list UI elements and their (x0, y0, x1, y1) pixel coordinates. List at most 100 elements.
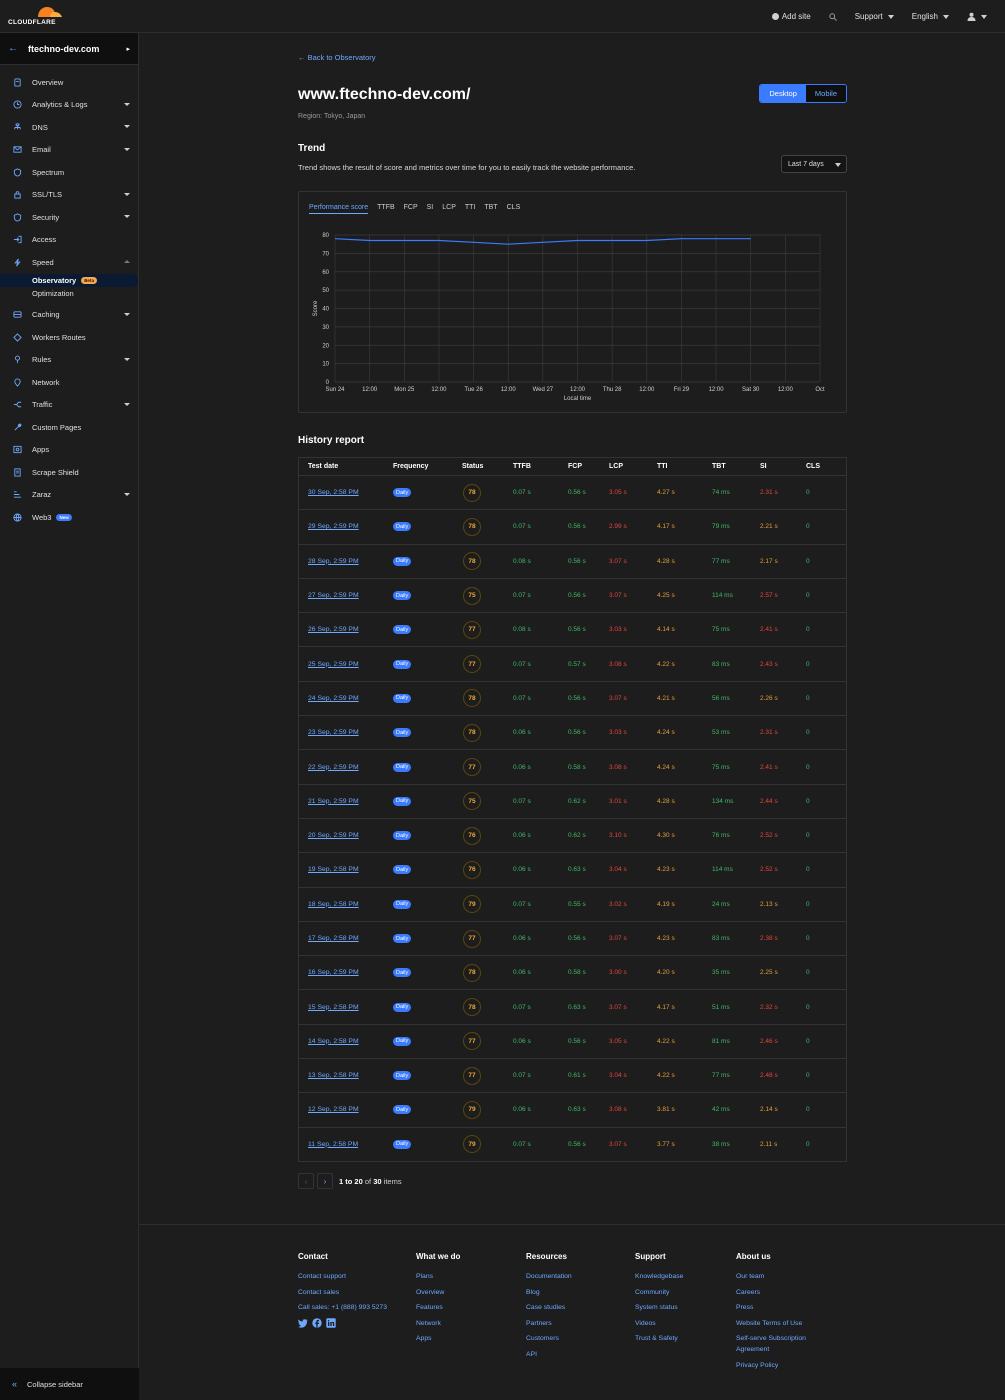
x-tick-label: Wed 27 (533, 387, 554, 393)
test-date-link[interactable]: 29 Sep, 2:59 PM (308, 523, 359, 530)
facebook-icon[interactable] (312, 1318, 322, 1328)
footer-link[interactable]: Customers (526, 1331, 572, 1347)
footer-link[interactable]: Website Terms of Use (736, 1316, 826, 1332)
test-date-link[interactable]: 20 Sep, 2:59 PM (308, 832, 359, 839)
footer-link[interactable]: Network (416, 1316, 460, 1332)
sidebar-item-ssl-tls[interactable]: SSL/TLS (0, 184, 138, 207)
test-date-link[interactable]: 19 Sep, 2:58 PM (308, 866, 359, 873)
next-page-button[interactable]: › (317, 1173, 333, 1189)
test-date-link[interactable]: 30 Sep, 2:58 PM (308, 489, 359, 496)
sidebar-item-email[interactable]: Email (0, 139, 138, 162)
footer-link[interactable]: Trust & Safety (635, 1331, 683, 1347)
sidebar-subitem-observatory[interactable]: Observatory Beta (0, 273, 138, 287)
sidebar-item-workers-routes[interactable]: Workers Routes (0, 326, 138, 349)
linkedin-icon[interactable] (326, 1318, 336, 1328)
test-date-link[interactable]: 16 Sep, 2:59 PM (308, 969, 359, 976)
collapse-sidebar-button[interactable]: « Collapse sidebar (0, 1368, 139, 1400)
footer-link[interactable]: Privacy Policy (736, 1358, 826, 1374)
sidebar-item-spectrum[interactable]: Spectrum (0, 161, 138, 184)
footer-link[interactable]: Careers (736, 1285, 826, 1301)
fcp-cell: 0.56 s (568, 935, 586, 942)
back-arrow-icon[interactable]: ← (8, 43, 28, 54)
sidebar-subitem-label: Optimization (32, 288, 74, 298)
footer-link[interactable]: Our team (736, 1269, 826, 1285)
test-date-link[interactable]: 14 Sep, 2:58 PM (308, 1038, 359, 1045)
add-site-button[interactable]: Add site (771, 12, 811, 21)
sidebar-item-rules[interactable]: Rules (0, 349, 138, 372)
test-date-link[interactable]: 21 Sep, 2:59 PM (308, 798, 359, 805)
footer-link[interactable]: Case studies (526, 1300, 572, 1316)
zone-switcher[interactable]: ← ftechno-dev.com ▸ (0, 33, 138, 65)
footer-link[interactable]: API (526, 1347, 572, 1363)
footer-link[interactable]: Overview (416, 1285, 460, 1301)
date-range-select[interactable]: Last 7 days (781, 155, 847, 173)
test-date-link[interactable]: 22 Sep, 2:59 PM (308, 764, 359, 771)
desktop-tab[interactable]: Desktop (760, 85, 806, 102)
footer-link[interactable]: Apps (416, 1331, 460, 1347)
footer-link[interactable]: Community (635, 1285, 683, 1301)
cloudflare-logo[interactable]: CLOUDFLARE (8, 5, 68, 27)
footer-link[interactable]: Videos (635, 1316, 683, 1332)
test-date-link[interactable]: 13 Sep, 2:58 PM (308, 1072, 359, 1079)
lcp-cell: 3.07 s (609, 592, 627, 600)
footer-link[interactable]: Partners (526, 1316, 572, 1332)
test-date-link[interactable]: 27 Sep, 2:59 PM (308, 592, 359, 599)
test-date-link[interactable]: 26 Sep, 2:59 PM (308, 626, 359, 633)
footer-link[interactable]: Self-serve Subscription Agreement (736, 1333, 826, 1355)
scrape-icon-wrap (12, 467, 22, 477)
support-menu[interactable]: Support (855, 12, 894, 21)
test-date-link[interactable]: 12 Sep, 2:58 PM (308, 1106, 359, 1113)
test-date-link[interactable]: 28 Sep, 2:59 PM (308, 558, 359, 565)
sidebar-item-scrape-shield[interactable]: Scrape Shield (0, 461, 138, 484)
sidebar-item-overview[interactable]: Overview (0, 71, 138, 94)
tti-cell: 3.77 s (657, 1140, 675, 1148)
sidebar-item-speed[interactable]: Speed (0, 251, 138, 274)
x-tick-label: Sat 30 (742, 387, 760, 393)
frequency-cell: Daily (393, 659, 462, 669)
frequency-badge: Daily (393, 728, 412, 738)
footer-link[interactable]: Contact sales (298, 1285, 388, 1301)
back-to-observatory-link[interactable]: ← Back to Observatory (298, 53, 376, 62)
test-date-cell: 13 Sep, 2:58 PM (299, 1072, 393, 1079)
prev-page-button[interactable]: ‹ (298, 1173, 314, 1189)
footer-link[interactable]: Features (416, 1300, 460, 1316)
mobile-tab[interactable]: Mobile (805, 85, 846, 102)
tbt-cell: 75 ms (712, 763, 730, 771)
footer-link[interactable]: Call sales: +1 (888) 993 5273 (298, 1302, 388, 1313)
test-date-link[interactable]: 25 Sep, 2:59 PM (308, 661, 359, 668)
test-date-link[interactable]: 24 Sep, 2:59 PM (308, 695, 359, 702)
sidebar-item-custom-pages[interactable]: Custom Pages (0, 416, 138, 439)
footer-link[interactable]: Documentation (526, 1269, 572, 1285)
test-date-link[interactable]: 17 Sep, 2:58 PM (308, 935, 359, 942)
test-date-link[interactable]: 23 Sep, 2:59 PM (308, 729, 359, 736)
footer-link[interactable]: Knowledgebase (635, 1269, 683, 1285)
test-date-cell: 28 Sep, 2:59 PM (299, 558, 393, 565)
test-date-link[interactable]: 15 Sep, 2:58 PM (308, 1004, 359, 1011)
sidebar-item-caching[interactable]: Caching (0, 304, 138, 327)
score-ring: 78 (463, 552, 481, 571)
sidebar-item-label: Spectrum (32, 167, 65, 177)
sidebar-item-access[interactable]: Access (0, 229, 138, 252)
sidebar-subitem-optimization[interactable]: Optimization (0, 287, 138, 300)
footer-link[interactable]: Blog (526, 1285, 572, 1301)
footer-link[interactable]: System status (635, 1300, 683, 1316)
footer-link[interactable]: Plans (416, 1269, 460, 1285)
test-date-link[interactable]: 11 Sep, 2:58 PM (308, 1141, 358, 1148)
sidebar-item-web3[interactable]: Web3 New (0, 506, 138, 529)
sidebar-item-security[interactable]: Security (0, 206, 138, 229)
score-ring: 78 (463, 689, 481, 708)
test-date-link[interactable]: 18 Sep, 2:58 PM (308, 901, 359, 908)
language-menu[interactable]: English (912, 12, 949, 21)
sidebar-item-zaraz[interactable]: Zaraz (0, 484, 138, 507)
user-menu[interactable] (967, 12, 987, 21)
sidebar-item-network[interactable]: Network (0, 371, 138, 394)
sidebar-item-traffic[interactable]: Traffic (0, 394, 138, 417)
footer-link[interactable]: Contact support (298, 1269, 388, 1285)
fcp-cell: 0.63 s (568, 1106, 586, 1114)
footer-link[interactable]: Press (736, 1300, 826, 1316)
sidebar-item-analytics-logs[interactable]: Analytics & Logs (0, 94, 138, 117)
sidebar-item-apps[interactable]: Apps (0, 439, 138, 462)
sidebar-item-dns[interactable]: DNS (0, 116, 138, 139)
twitter-icon[interactable] (298, 1318, 308, 1328)
search-button[interactable] (829, 12, 837, 21)
